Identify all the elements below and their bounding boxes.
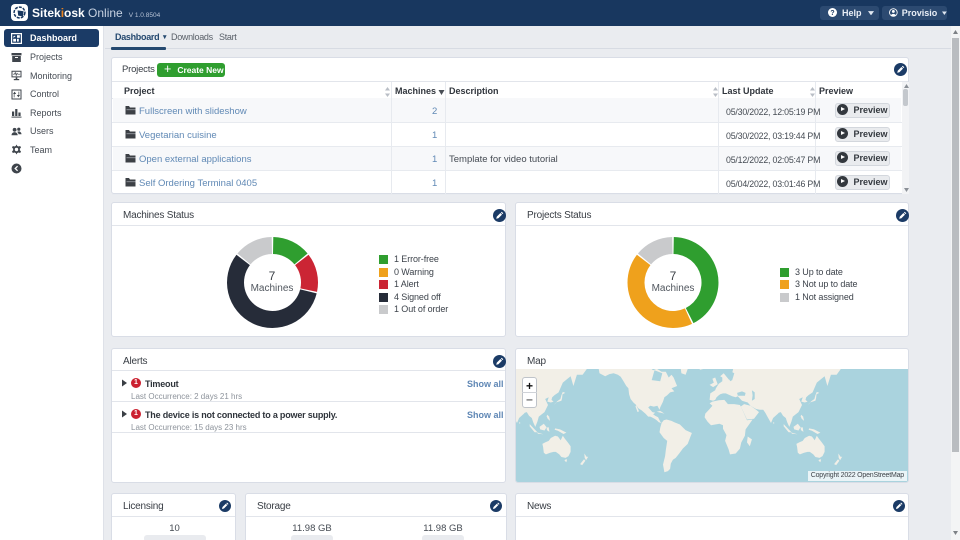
svg-text:?: ?	[830, 10, 834, 17]
